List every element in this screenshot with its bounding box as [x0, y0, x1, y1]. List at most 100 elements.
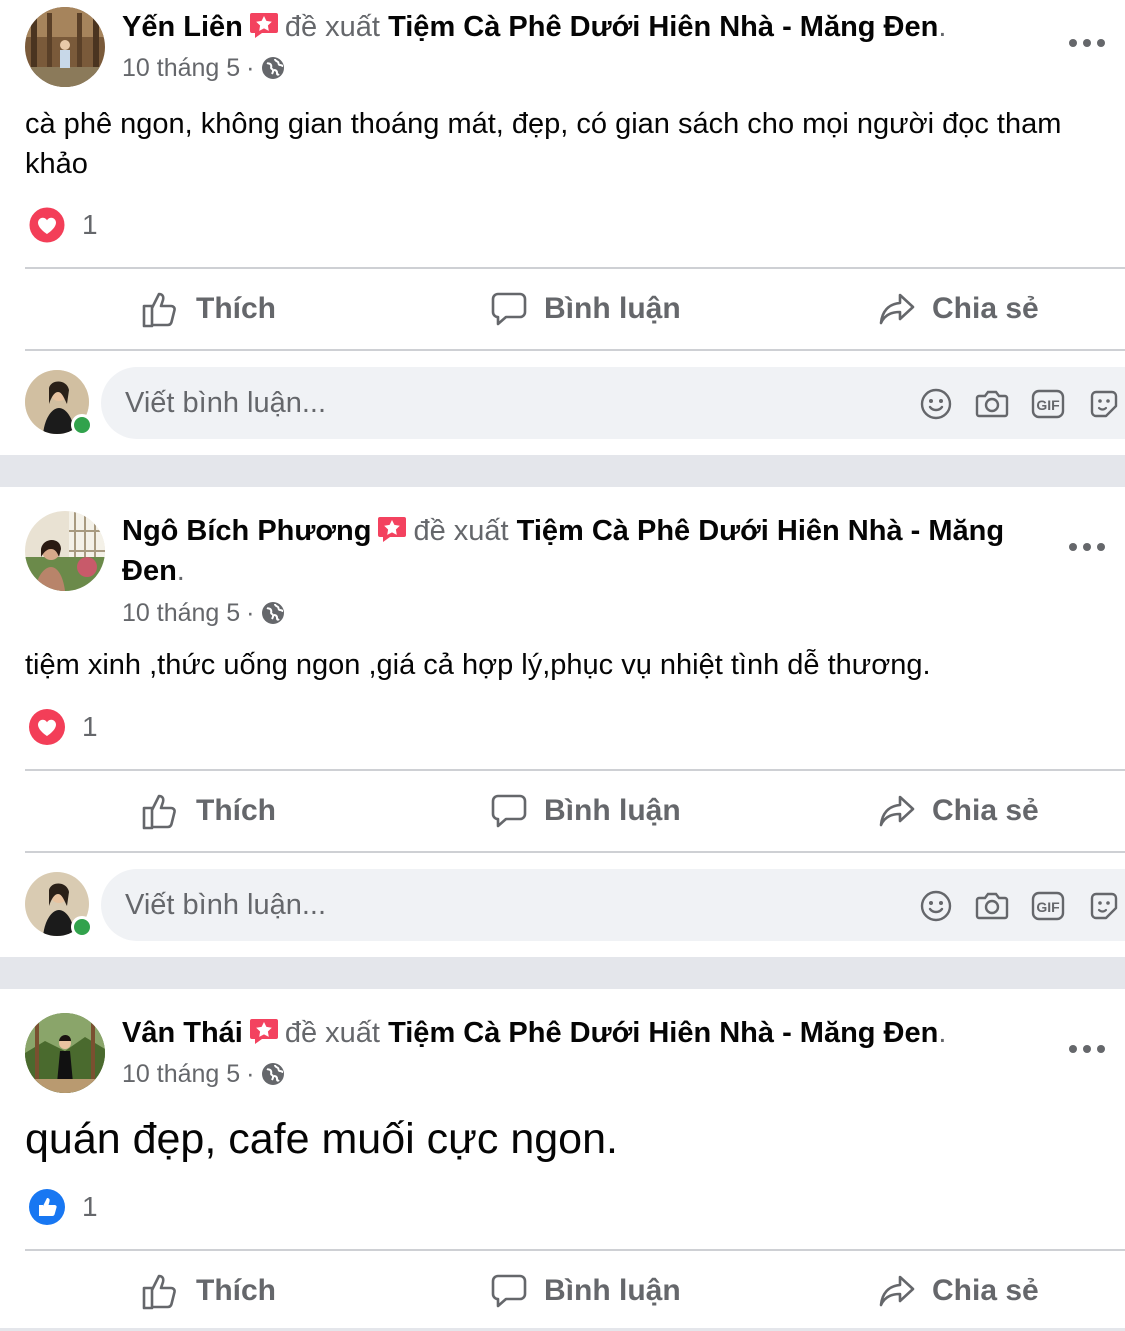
more-options-icon[interactable] — [1069, 1044, 1105, 1054]
author-name[interactable]: Ngô Bích Phương — [122, 515, 371, 547]
share-arrow-icon — [879, 795, 915, 827]
post-text: tiệm xinh ,thức uống ngon ,giá cả hợp lý… — [25, 649, 931, 681]
more-options-icon[interactable] — [1069, 542, 1105, 552]
comment-bubble-icon — [491, 292, 527, 326]
author-avatar[interactable] — [25, 1013, 105, 1093]
globe-icon — [261, 602, 284, 624]
comment-placeholder: Viết bình luận... — [125, 889, 327, 921]
recommend-star-icon — [249, 1019, 278, 1044]
like-label: Thích — [196, 1274, 276, 1307]
comment-composer: Viết bình luận... GIF — [0, 367, 1125, 443]
post-card: Ngô Bích Phương đề xuất Tiệm Cà Phê Dưới … — [0, 487, 1125, 957]
like-button[interactable]: Thích — [140, 771, 276, 851]
love-reaction-icon — [28, 206, 66, 244]
share-label: Chia sẻ — [932, 794, 1039, 827]
post-date[interactable]: 10 tháng 5 — [122, 53, 240, 83]
page-link[interactable]: Tiệm Cà Phê Dưới Hiên Nhà - Măng Đen — [388, 1017, 938, 1049]
reaction-summary[interactable]: 1 — [28, 1188, 98, 1226]
comment-button[interactable]: Bình luận — [490, 269, 681, 349]
meta-separator: · — [246, 599, 255, 627]
thumbs-up-icon — [142, 794, 176, 830]
gif-text: GIF — [1036, 899, 1060, 915]
divider — [25, 851, 1125, 853]
author-name[interactable]: Vân Thái — [122, 1017, 243, 1049]
meta-separator: · — [246, 54, 255, 82]
post-header: Yến Liên đề xuất Tiệm Cà Phê Dưới Hiên Nh… — [122, 7, 1035, 47]
reaction-count: 1 — [82, 711, 98, 742]
comment-input[interactable]: Viết bình luận... GIF — [101, 869, 1125, 941]
more-options-icon[interactable] — [1069, 38, 1105, 48]
emoji-icon[interactable] — [919, 387, 953, 421]
post-text: cà phê ngon, không gian thoáng mát, đẹp,… — [25, 108, 1062, 180]
post-date[interactable]: 10 tháng 5 — [122, 598, 240, 628]
header-end: . — [938, 11, 947, 43]
current-user-avatar[interactable] — [25, 370, 93, 436]
post-header: Vân Thái đề xuất Tiệm Cà Phê Dưới Hiên Nh… — [122, 1013, 1035, 1053]
action-bar: Thích Bình luận Chia sẻ — [25, 269, 1125, 349]
comment-label: Bình luận — [544, 794, 681, 827]
reaction-count: 1 — [82, 1191, 98, 1222]
comment-label: Bình luận — [544, 292, 681, 325]
camera-icon[interactable] — [975, 387, 1009, 421]
gif-text: GIF — [1036, 397, 1060, 413]
comment-button[interactable]: Bình luận — [490, 1251, 681, 1331]
share-label: Chia sẻ — [932, 1274, 1039, 1307]
reaction-count: 1 — [82, 209, 98, 240]
emoji-icon[interactable] — [919, 889, 953, 923]
share-arrow-icon — [879, 1275, 915, 1307]
comment-bubble-icon — [491, 1274, 527, 1308]
reaction-summary[interactable]: 1 — [28, 206, 98, 244]
recommend-verb: đề xuất — [413, 515, 509, 547]
divider — [25, 349, 1125, 351]
like-label: Thích — [196, 292, 276, 325]
comment-tools: GIF — [919, 387, 1125, 421]
post-meta: 10 tháng 5 · — [122, 598, 285, 628]
like-reaction-icon — [29, 1189, 65, 1225]
post-meta: 10 tháng 5 · — [122, 1059, 285, 1089]
thumbs-up-icon — [142, 1274, 176, 1310]
action-bar: Thích Bình luận Chia sẻ — [25, 1251, 1125, 1331]
post-text: quán đẹp, cafe muối cực ngon. — [25, 1115, 618, 1163]
love-reaction-icon — [29, 709, 65, 745]
like-button[interactable]: Thích — [140, 269, 276, 349]
meta-separator: · — [246, 1060, 255, 1088]
share-label: Chia sẻ — [932, 292, 1039, 325]
recommend-verb: đề xuất — [284, 1017, 380, 1049]
share-button[interactable]: Chia sẻ — [878, 1251, 1039, 1331]
comment-input[interactable]: Viết bình luận... GIF — [101, 367, 1125, 439]
gif-icon[interactable]: GIF — [1031, 889, 1065, 923]
sticker-icon[interactable] — [1087, 387, 1121, 421]
share-button[interactable]: Chia sẻ — [878, 269, 1039, 349]
author-name[interactable]: Yến Liên — [122, 11, 243, 43]
post-card: Vân Thái đề xuất Tiệm Cà Phê Dưới Hiên Nh… — [0, 989, 1125, 1328]
recommend-verb: đề xuất — [284, 11, 380, 43]
share-button[interactable]: Chia sẻ — [878, 771, 1039, 851]
reaction-summary[interactable]: 1 — [28, 708, 98, 746]
comment-button[interactable]: Bình luận — [490, 771, 681, 851]
online-status-dot — [71, 916, 93, 938]
current-user-avatar[interactable] — [25, 872, 93, 938]
like-label: Thích — [196, 794, 276, 827]
globe-icon — [261, 1063, 284, 1085]
author-avatar[interactable] — [25, 7, 105, 87]
comment-bubble-icon — [491, 794, 527, 828]
post-card: Yến Liên đề xuất Tiệm Cà Phê Dưới Hiên Nh… — [0, 0, 1125, 455]
author-avatar[interactable] — [25, 511, 105, 591]
comment-tools: GIF — [919, 889, 1125, 923]
recommend-star-icon — [249, 13, 278, 38]
post-date[interactable]: 10 tháng 5 — [122, 1059, 240, 1089]
recommend-star-icon — [378, 517, 407, 542]
comment-composer: Viết bình luận... GIF — [0, 869, 1125, 945]
sticker-icon[interactable] — [1087, 889, 1121, 923]
post-meta: 10 tháng 5 · — [122, 53, 285, 83]
action-bar: Thích Bình luận Chia sẻ — [25, 771, 1125, 851]
online-status-dot — [71, 414, 93, 436]
gif-icon[interactable]: GIF — [1031, 387, 1065, 421]
header-end: . — [176, 555, 185, 587]
post-header: Ngô Bích Phương đề xuất Tiệm Cà Phê Dưới … — [122, 511, 1035, 591]
like-button[interactable]: Thích — [140, 1251, 276, 1331]
header-end: . — [938, 1017, 947, 1049]
page-link[interactable]: Tiệm Cà Phê Dưới Hiên Nhà - Măng Đen — [388, 11, 938, 43]
globe-icon — [261, 57, 284, 79]
camera-icon[interactable] — [975, 889, 1009, 923]
